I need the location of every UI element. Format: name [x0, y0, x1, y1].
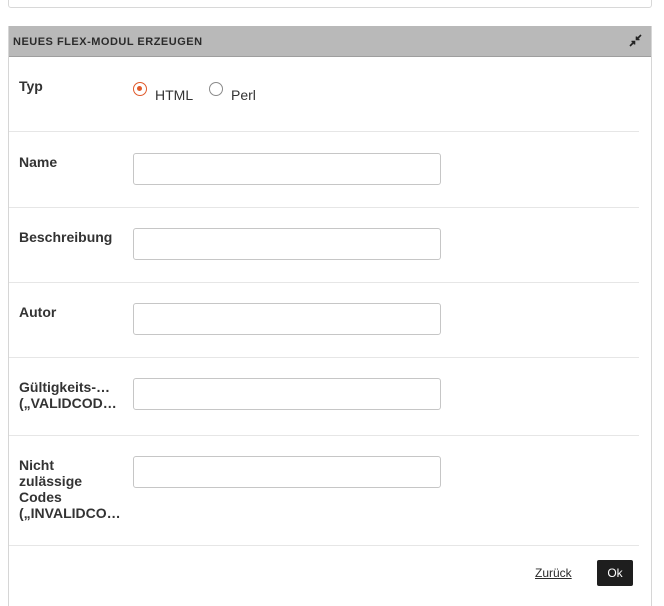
valid-codes-label: Gültigkeits-… („VALIDCOD…: [19, 379, 124, 411]
radio-perl-unchecked[interactable]: [209, 82, 223, 96]
radio-perl-label: Perl: [231, 87, 256, 103]
divider: [9, 435, 639, 436]
invalid-codes-label-line1: Nicht: [19, 457, 54, 473]
dialog-header: NEUES FLEX-MODUL ERZEUGEN: [9, 26, 651, 57]
radio-html-checked[interactable]: [133, 82, 147, 96]
divider: [9, 545, 639, 546]
previous-panel-edge: [8, 0, 652, 8]
invalid-codes-input[interactable]: [133, 456, 441, 488]
invalid-codes-label-line4: („INVALIDCO…: [19, 505, 121, 521]
name-input[interactable]: [133, 153, 441, 185]
valid-codes-label-line1: Gültigkeits-…: [19, 379, 111, 395]
collapse-arrows-icon[interactable]: [629, 34, 642, 47]
dialog-title: NEUES FLEX-MODUL ERZEUGEN: [13, 36, 203, 48]
divider: [9, 357, 639, 358]
create-flex-module-dialog: NEUES FLEX-MODUL ERZEUGEN Typ HTML Perl …: [8, 26, 652, 606]
invalid-codes-label: Nicht zulässige Codes („INVALIDCO…: [19, 457, 124, 521]
back-link[interactable]: Zurück: [535, 566, 572, 580]
divider: [9, 131, 639, 132]
description-input[interactable]: [133, 228, 441, 260]
valid-codes-input[interactable]: [133, 378, 441, 410]
author-input[interactable]: [133, 303, 441, 335]
author-label: Autor: [19, 304, 57, 320]
radio-perl[interactable]: Perl: [209, 82, 265, 103]
invalid-codes-label-line3: Codes: [19, 489, 62, 505]
divider: [9, 207, 639, 208]
radio-html[interactable]: HTML: [133, 82, 197, 103]
ok-button[interactable]: Ok: [597, 560, 633, 586]
type-label: Typ: [19, 78, 43, 94]
divider: [9, 282, 639, 283]
name-label: Name: [19, 154, 58, 170]
valid-codes-label-line2: („VALIDCOD…: [19, 395, 117, 411]
invalid-codes-label-line2: zulässige: [19, 473, 83, 489]
description-label: Beschreibung: [19, 229, 113, 245]
radio-html-label: HTML: [155, 87, 194, 103]
